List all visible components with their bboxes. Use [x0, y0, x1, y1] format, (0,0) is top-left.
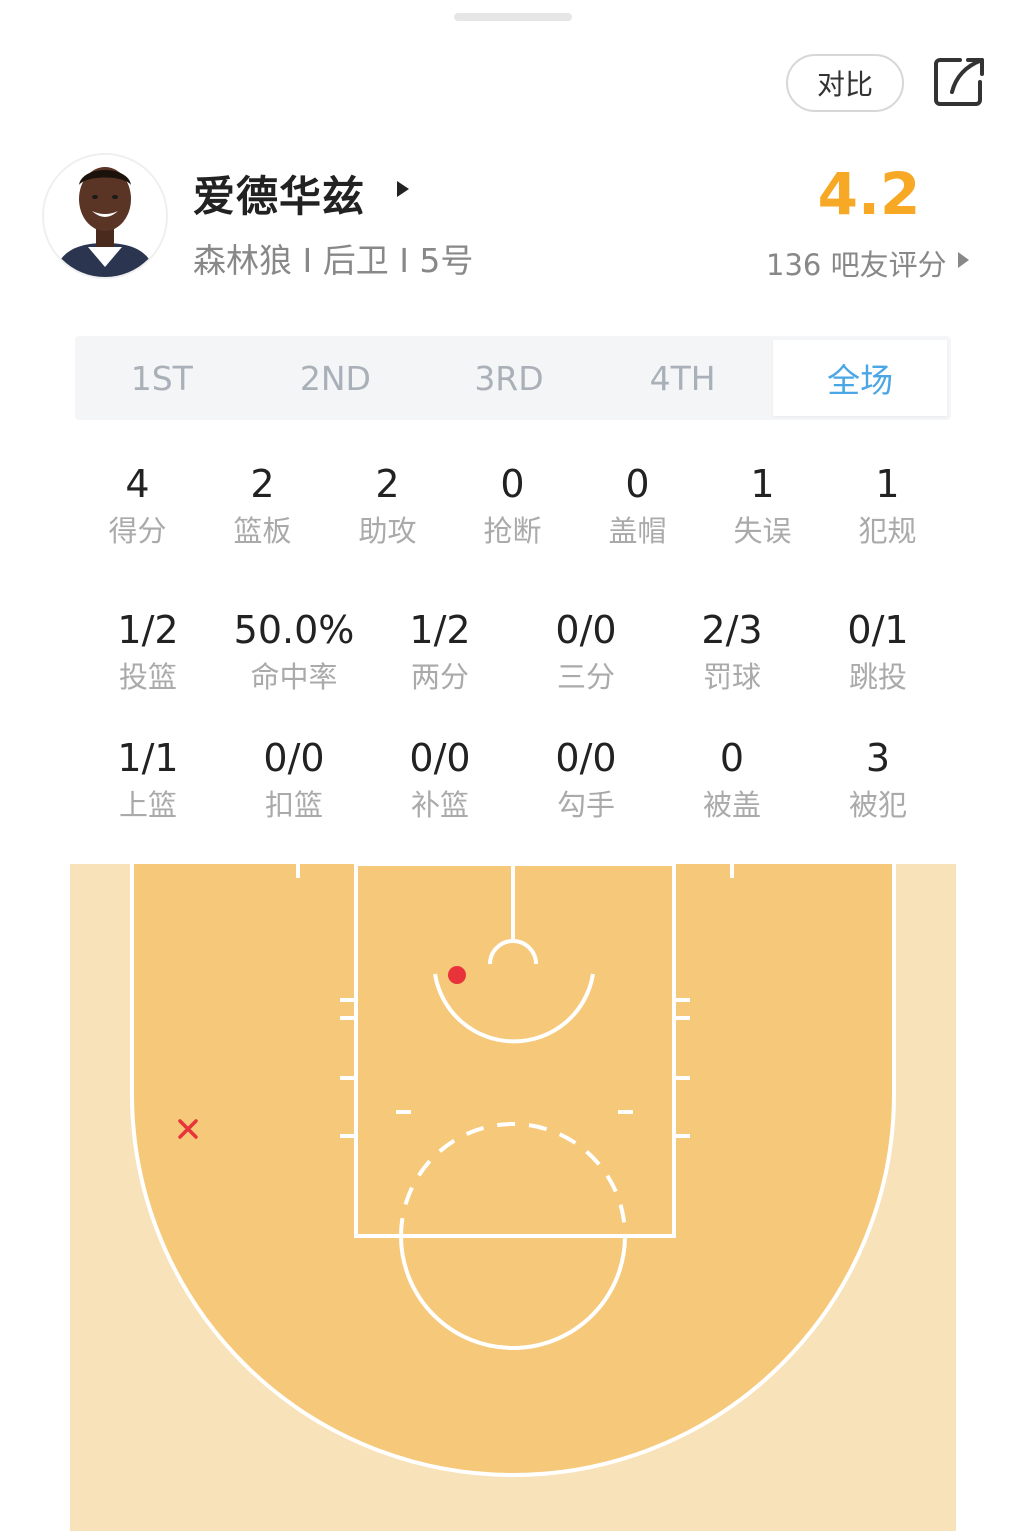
stat-dunk: 0/0 扣篮 — [263, 736, 325, 822]
stat-blocked: 0 被盖 — [702, 736, 761, 822]
shot-made-marker[interactable] — [448, 966, 466, 984]
player-meta: 森林狼 I 后卫 I 5号 — [193, 241, 474, 280]
rating-score: 4.2 — [817, 160, 921, 228]
stat-steals: 0 抢断 — [483, 462, 542, 548]
name-arrow-icon[interactable] — [397, 181, 409, 197]
stat-2pt: 1/2 两分 — [409, 608, 471, 694]
tab-3rd[interactable]: 3RD — [422, 336, 596, 420]
stat-jumpshot: 0/1 跳投 — [847, 608, 909, 694]
stat-fouls: 1 犯规 — [858, 462, 917, 548]
shot-chart-court — [70, 864, 956, 1531]
tab-4th[interactable]: 4TH — [596, 336, 770, 420]
stat-tipin: 0/0 补篮 — [409, 736, 471, 822]
period-tabs: 1ST 2ND 3RD 4TH 全场 — [75, 336, 951, 420]
stat-assists: 2 助攻 — [358, 462, 417, 548]
player-name[interactable]: 爱德华兹 — [193, 163, 365, 224]
stat-fouled: 3 被犯 — [848, 736, 907, 822]
drag-handle[interactable] — [454, 13, 572, 21]
shooting-stats-row: 1/2 投篮 50.0% 命中率 1/2 两分 0/0 三分 2/3 罚球 0/1 跳投 — [75, 608, 951, 694]
rating-votes-link[interactable]: 136 吧友评分 — [766, 242, 947, 284]
tab-1st[interactable]: 1ST — [75, 336, 249, 420]
stat-ft: 2/3 罚球 — [701, 608, 763, 694]
stat-fg: 1/2 投篮 — [117, 608, 179, 694]
stat-3pt: 0/0 三分 — [555, 608, 617, 694]
share-icon[interactable] — [930, 52, 990, 112]
votes-arrow-icon[interactable] — [958, 252, 969, 268]
detail-stats-row: 1/1 上篮 0/0 扣篮 0/0 补篮 0/0 勾手 0 被盖 3 被犯 — [75, 736, 951, 822]
stat-hook: 0/0 勾手 — [555, 736, 617, 822]
basic-stats-row: 4 得分 2 篮板 2 助攻 0 抢断 0 盖帽 1 失误 1 犯规 — [75, 462, 950, 548]
compare-button[interactable]: 对比 — [786, 54, 904, 112]
stat-blocks: 0 盖帽 — [608, 462, 667, 548]
tab-2nd[interactable]: 2ND — [249, 336, 423, 420]
stat-points: 4 得分 — [108, 462, 167, 548]
player-avatar[interactable] — [42, 153, 168, 279]
tab-full-game[interactable]: 全场 — [773, 340, 947, 416]
stat-layup: 1/1 上篮 — [117, 736, 179, 822]
stat-fg-pct: 50.0% 命中率 — [233, 608, 355, 694]
stat-rebounds: 2 篮板 — [233, 462, 292, 548]
stat-turnovers: 1 失误 — [733, 462, 792, 548]
